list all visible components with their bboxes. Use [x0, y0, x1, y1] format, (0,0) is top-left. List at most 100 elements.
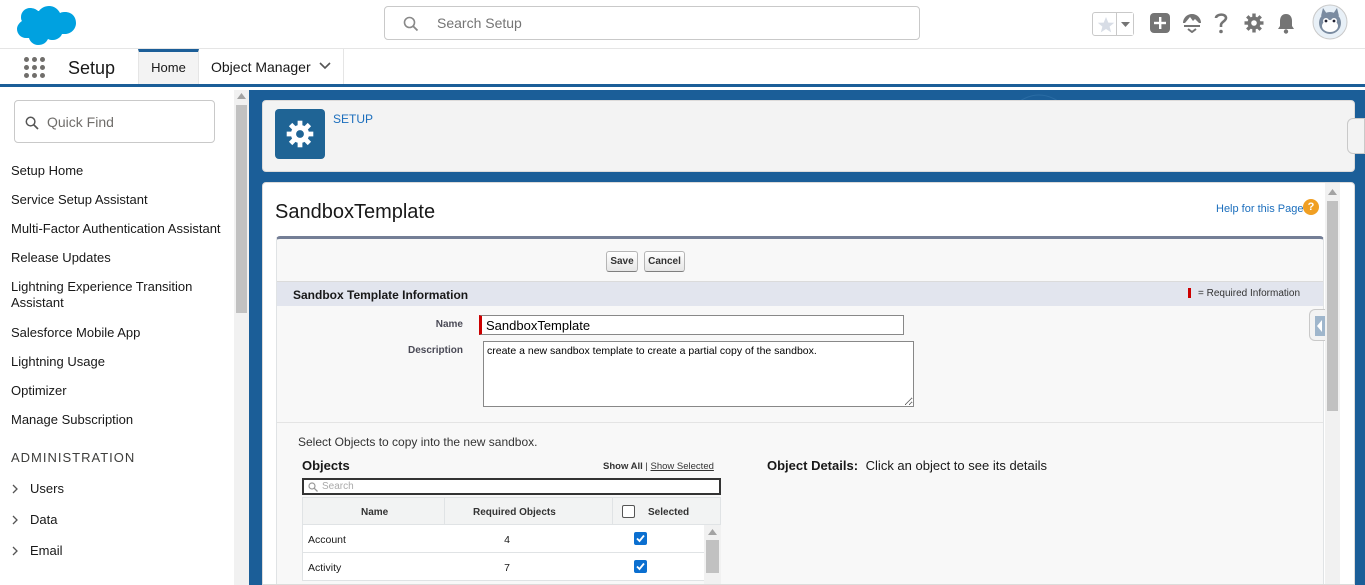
search-icon — [308, 482, 318, 492]
show-separator: | — [645, 461, 648, 472]
favorites-caret-icon[interactable] — [1116, 13, 1133, 35]
objects-table-header: Name Required Objects Selected — [302, 497, 721, 525]
help-for-this-page-link[interactable]: Help for this Page — [1216, 203, 1303, 215]
sidebar-item-setup-home[interactable]: Setup Home — [11, 163, 231, 179]
cancel-button[interactable]: Cancel — [644, 251, 685, 272]
trailhead-icon[interactable] — [1181, 13, 1203, 33]
setup-breadcrumb[interactable]: SETUP — [333, 112, 373, 126]
notifications-bell-icon[interactable] — [1276, 12, 1296, 34]
global-search-input[interactable] — [437, 13, 897, 33]
show-selected-link[interactable]: Show Selected — [651, 461, 714, 472]
sidebar-section-administration: ADMINISTRATION — [11, 450, 136, 465]
required-objects-count[interactable]: 4 — [499, 534, 515, 546]
required-objects-count[interactable]: 7 — [499, 562, 515, 574]
column-header-required-objects[interactable]: Required Objects — [473, 507, 556, 518]
chevron-right-icon[interactable] — [11, 546, 19, 556]
setup-header: SETUP — [262, 100, 1355, 172]
object-details-title: Object Details: — [767, 458, 859, 473]
object-details: Object Details: Click an object to see i… — [767, 458, 1047, 473]
global-add-icon[interactable] — [1150, 13, 1170, 33]
column-header-selected: Selected — [648, 507, 690, 518]
chevron-left-icon[interactable] — [1310, 310, 1326, 342]
sidebar-item-label: Email — [30, 543, 63, 558]
required-indicator — [1188, 288, 1191, 298]
details-collapse-tab[interactable] — [1309, 309, 1325, 341]
search-icon — [403, 16, 419, 32]
description-label: Description — [407, 345, 463, 356]
app-launcher-icon[interactable] — [24, 57, 46, 79]
sidebar-item-service-setup-assistant[interactable]: Service Setup Assistant — [11, 192, 231, 208]
content-scroll-thumb[interactable] — [1327, 201, 1338, 411]
tab-home[interactable]: Home — [138, 49, 199, 84]
quick-find-input[interactable] — [47, 112, 207, 132]
section-header: Sandbox Template Information = Required … — [277, 282, 1323, 306]
table-row[interactable]: Activity 7 — [302, 553, 704, 581]
sidebar-item-manage-subscription[interactable]: Manage Subscription — [11, 412, 231, 428]
object-name: Account — [308, 534, 346, 546]
tab-object-manager[interactable]: Object Manager — [199, 49, 344, 84]
sidebar-item-lightning-transition-assistant[interactable]: Lightning Experience Transition Assistan… — [11, 279, 211, 311]
sidebar-item-email[interactable]: Email — [11, 543, 211, 558]
description-field[interactable]: create a new sandbox template to create … — [483, 341, 914, 407]
search-icon — [25, 116, 39, 130]
sidebar-item-users[interactable]: Users — [11, 481, 211, 496]
sidebar-item-mfa-assistant[interactable]: Multi-Factor Authentication Assistant — [11, 221, 231, 237]
sidebar-item-label: Users — [30, 481, 64, 496]
chevron-right-icon[interactable] — [11, 515, 19, 525]
content-card: SandboxTemplate Help for this Page ? Sav… — [262, 182, 1355, 585]
help-icon[interactable] — [1213, 11, 1229, 35]
page-title: SandboxTemplate — [275, 201, 436, 223]
sidebar-scroll-thumb[interactable] — [236, 105, 247, 313]
object-details-hint: Click an object to see its details — [865, 458, 1048, 473]
show-all-link[interactable]: Show All — [603, 461, 643, 472]
column-header-name[interactable]: Name — [361, 507, 388, 518]
favorites-star-icon[interactable] — [1096, 15, 1116, 35]
check-icon — [636, 562, 645, 571]
show-filter-links: Show All | Show Selected — [603, 461, 714, 472]
chevron-right-icon[interactable] — [11, 484, 19, 494]
required-legend: = Required Information — [1198, 288, 1301, 299]
save-button[interactable]: Save — [606, 251, 638, 272]
scroll-up-icon[interactable] — [237, 93, 246, 99]
divider — [277, 422, 1323, 423]
sidebar-item-release-updates[interactable]: Release Updates — [11, 250, 231, 266]
sidebar-item-mobile-app[interactable]: Salesforce Mobile App — [11, 325, 231, 341]
objects-scroll-thumb[interactable] — [706, 540, 719, 573]
content-scrollbar[interactable] — [1325, 183, 1340, 584]
sidebar-item-label: Data — [30, 512, 58, 527]
object-search[interactable] — [302, 478, 721, 495]
app-name: Setup — [68, 58, 116, 78]
objects-table-scrollbar[interactable] — [704, 525, 721, 584]
sandbox-template-form: Save Cancel Sandbox Template Information… — [276, 236, 1325, 584]
setup-gear-icon[interactable] — [1244, 13, 1264, 33]
section-title: Sandbox Template Information — [293, 288, 469, 302]
panel-collapse-tab[interactable] — [1347, 118, 1365, 154]
gear-icon — [286, 120, 314, 148]
table-row[interactable]: Account 4 — [302, 525, 704, 553]
sidebar-item-data[interactable]: Data — [11, 512, 211, 527]
global-header — [0, 0, 1365, 49]
scroll-up-icon[interactable] — [1328, 189, 1337, 195]
select-all-checkbox[interactable] — [622, 505, 635, 518]
row-selected-checkbox[interactable] — [634, 560, 647, 573]
global-search[interactable] — [384, 6, 920, 40]
quick-find[interactable] — [14, 100, 215, 143]
sidebar-scrollbar[interactable] — [234, 90, 249, 585]
check-icon — [636, 534, 645, 543]
user-avatar[interactable] — [1312, 4, 1348, 40]
tab-object-manager-label: Object Manager — [211, 59, 311, 75]
context-bar: Setup Home Object Manager — [0, 49, 1365, 87]
scroll-up-icon[interactable] — [708, 529, 717, 535]
setup-sidebar: Setup Home Service Setup Assistant Multi… — [0, 90, 249, 585]
name-field[interactable] — [479, 315, 904, 335]
favorites-control[interactable] — [1092, 12, 1134, 36]
sidebar-item-optimizer[interactable]: Optimizer — [11, 383, 231, 399]
object-search-input[interactable] — [322, 480, 702, 493]
help-badge-icon[interactable]: ? — [1303, 199, 1319, 215]
chevron-down-icon[interactable] — [319, 62, 331, 70]
object-name: Activity — [308, 562, 342, 574]
column-separator — [612, 498, 613, 525]
salesforce-logo[interactable] — [14, 2, 76, 46]
sidebar-item-lightning-usage[interactable]: Lightning Usage — [11, 354, 231, 370]
row-selected-checkbox[interactable] — [634, 532, 647, 545]
